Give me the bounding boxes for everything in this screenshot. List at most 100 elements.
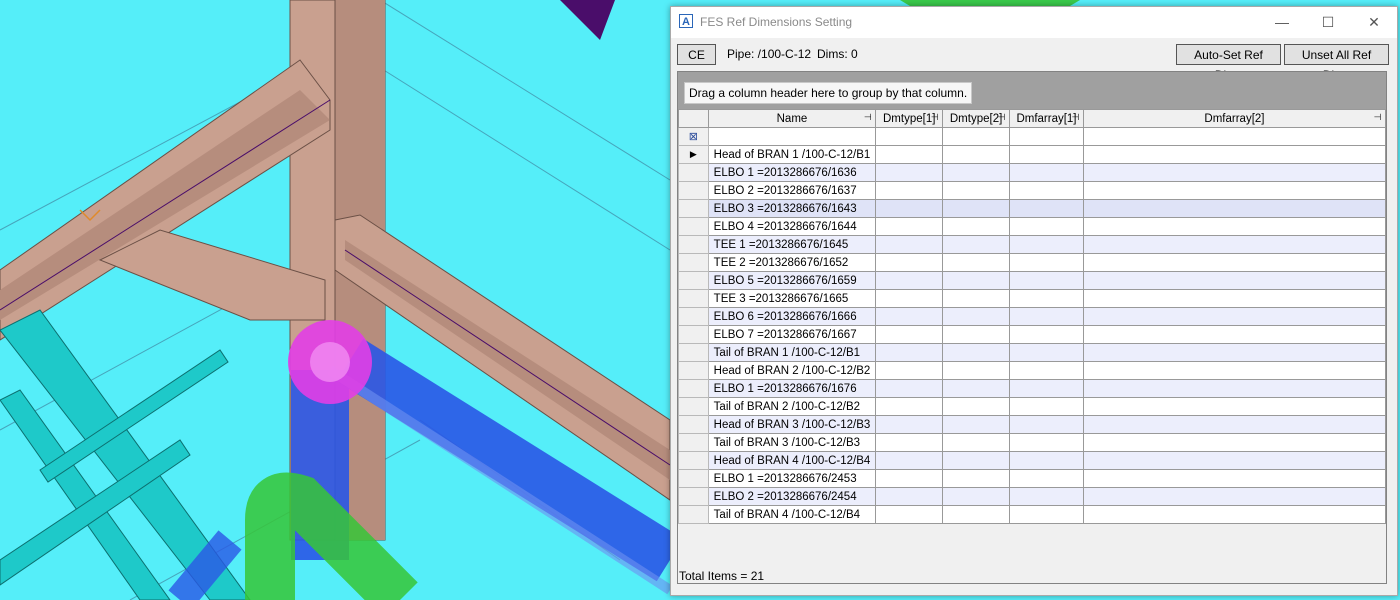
column-header-dmfarray-1[interactable]: Dmfarray[1] ⊣ bbox=[1009, 109, 1084, 128]
value-cell[interactable] bbox=[942, 379, 1011, 398]
value-cell[interactable] bbox=[875, 235, 944, 254]
pin-icon[interactable]: ⊣ bbox=[1373, 113, 1382, 122]
column-header-dmfarray-2[interactable]: Dmfarray[2] ⊣ bbox=[1082, 109, 1387, 128]
value-cell[interactable] bbox=[942, 469, 1011, 488]
value-cell[interactable] bbox=[942, 145, 1011, 164]
value-cell[interactable] bbox=[942, 433, 1011, 452]
value-cell[interactable] bbox=[942, 235, 1011, 254]
value-cell[interactable] bbox=[875, 145, 944, 164]
row-selector[interactable] bbox=[678, 415, 709, 434]
table-row[interactable]: Tail of BRAN 1 /100-C-12/B1 bbox=[678, 343, 1387, 362]
value-cell[interactable] bbox=[1082, 199, 1387, 218]
row-selector[interactable] bbox=[678, 343, 709, 362]
value-cell[interactable] bbox=[1009, 163, 1084, 182]
table-row[interactable]: ELBO 4 =2013286676/1644 bbox=[678, 217, 1387, 236]
row-selector[interactable] bbox=[678, 397, 709, 416]
name-cell[interactable]: ELBO 4 =2013286676/1644 bbox=[707, 217, 877, 236]
value-cell[interactable] bbox=[1009, 361, 1084, 380]
value-cell[interactable] bbox=[1082, 379, 1387, 398]
filter-cell[interactable] bbox=[1082, 127, 1387, 146]
row-selector[interactable] bbox=[678, 163, 709, 182]
value-cell[interactable] bbox=[1082, 217, 1387, 236]
table-row[interactable]: Tail of BRAN 3 /100-C-12/B3 bbox=[678, 433, 1387, 452]
group-by-panel[interactable]: Drag a column header here to group by th… bbox=[678, 72, 1386, 109]
column-header-dmtype-2[interactable]: Dmtype[2] ⊣ bbox=[942, 109, 1011, 128]
value-cell[interactable] bbox=[875, 253, 944, 272]
value-cell[interactable] bbox=[1009, 253, 1084, 272]
name-cell[interactable]: ELBO 6 =2013286676/1666 bbox=[707, 307, 877, 326]
row-selector[interactable] bbox=[678, 253, 709, 272]
row-selector[interactable] bbox=[678, 379, 709, 398]
value-cell[interactable] bbox=[942, 505, 1011, 524]
table-row[interactable]: ELBO 1 =2013286676/2453 bbox=[678, 469, 1387, 488]
auto-set-ref-dims-button[interactable]: Auto-Set Ref Dims bbox=[1176, 44, 1281, 82]
name-cell[interactable]: ELBO 3 =2013286676/1643 bbox=[707, 199, 877, 218]
value-cell[interactable] bbox=[1009, 145, 1084, 164]
value-cell[interactable] bbox=[942, 415, 1011, 434]
value-cell[interactable] bbox=[942, 451, 1011, 470]
value-cell[interactable] bbox=[1009, 433, 1084, 452]
value-cell[interactable] bbox=[942, 397, 1011, 416]
value-cell[interactable] bbox=[1082, 289, 1387, 308]
value-cell[interactable] bbox=[942, 289, 1011, 308]
name-cell[interactable]: ELBO 2 =2013286676/2454 bbox=[707, 487, 877, 506]
value-cell[interactable] bbox=[1082, 433, 1387, 452]
name-cell[interactable]: Head of BRAN 1 /100-C-12/B1 bbox=[707, 145, 877, 164]
value-cell[interactable] bbox=[942, 325, 1011, 344]
minimize-icon[interactable]: — bbox=[1259, 7, 1305, 38]
row-selector[interactable] bbox=[678, 271, 709, 290]
value-cell[interactable] bbox=[1009, 325, 1084, 344]
row-selector[interactable] bbox=[678, 289, 709, 308]
value-cell[interactable] bbox=[1009, 505, 1084, 524]
value-cell[interactable] bbox=[1082, 451, 1387, 470]
name-cell[interactable]: ELBO 7 =2013286676/1667 bbox=[707, 325, 877, 344]
value-cell[interactable] bbox=[1082, 325, 1387, 344]
value-cell[interactable] bbox=[875, 469, 944, 488]
value-cell[interactable] bbox=[942, 343, 1011, 362]
value-cell[interactable] bbox=[1082, 235, 1387, 254]
value-cell[interactable] bbox=[875, 361, 944, 380]
table-row[interactable]: ELBO 2 =2013286676/1637 bbox=[678, 181, 1387, 200]
name-cell[interactable]: Tail of BRAN 1 /100-C-12/B1 bbox=[707, 343, 877, 362]
value-cell[interactable] bbox=[1009, 415, 1084, 434]
pin-icon[interactable]: ⊣ bbox=[997, 113, 1006, 122]
filter-cell[interactable] bbox=[875, 127, 944, 146]
value-cell[interactable] bbox=[875, 379, 944, 398]
value-cell[interactable] bbox=[942, 307, 1011, 326]
value-cell[interactable] bbox=[942, 487, 1011, 506]
table-row[interactable]: Head of BRAN 4 /100-C-12/B4 bbox=[678, 451, 1387, 470]
value-cell[interactable] bbox=[875, 397, 944, 416]
value-cell[interactable] bbox=[1009, 397, 1084, 416]
row-selector[interactable] bbox=[678, 451, 709, 470]
table-row[interactable]: ▶ Head of BRAN 1 /100-C-12/B1 bbox=[678, 145, 1387, 164]
row-selector[interactable] bbox=[678, 469, 709, 488]
row-selector[interactable] bbox=[678, 487, 709, 506]
value-cell[interactable] bbox=[1009, 469, 1084, 488]
row-selector[interactable] bbox=[678, 505, 709, 524]
name-cell[interactable]: TEE 2 =2013286676/1652 bbox=[707, 253, 877, 272]
value-cell[interactable] bbox=[1009, 217, 1084, 236]
value-cell[interactable] bbox=[1009, 289, 1084, 308]
value-cell[interactable] bbox=[1082, 163, 1387, 182]
table-row[interactable]: ELBO 5 =2013286676/1659 bbox=[678, 271, 1387, 290]
value-cell[interactable] bbox=[942, 163, 1011, 182]
row-selector[interactable] bbox=[678, 199, 709, 218]
table-row[interactable]: ELBO 3 =2013286676/1643 bbox=[678, 199, 1387, 218]
value-cell[interactable] bbox=[875, 217, 944, 236]
table-row[interactable]: Head of BRAN 2 /100-C-12/B2 bbox=[678, 361, 1387, 380]
value-cell[interactable] bbox=[1009, 307, 1084, 326]
row-selector[interactable] bbox=[678, 433, 709, 452]
value-cell[interactable] bbox=[942, 253, 1011, 272]
row-selector[interactable] bbox=[678, 181, 709, 200]
row-selector[interactable] bbox=[678, 235, 709, 254]
value-cell[interactable] bbox=[1082, 307, 1387, 326]
name-cell[interactable]: Head of BRAN 2 /100-C-12/B2 bbox=[707, 361, 877, 380]
row-selector[interactable]: ▶ bbox=[678, 145, 709, 164]
table-row[interactable]: ELBO 6 =2013286676/1666 bbox=[678, 307, 1387, 326]
value-cell[interactable] bbox=[1082, 397, 1387, 416]
name-cell[interactable]: Tail of BRAN 4 /100-C-12/B4 bbox=[707, 505, 877, 524]
value-cell[interactable] bbox=[942, 199, 1011, 218]
value-cell[interactable] bbox=[875, 433, 944, 452]
value-cell[interactable] bbox=[875, 343, 944, 362]
value-cell[interactable] bbox=[1082, 271, 1387, 290]
